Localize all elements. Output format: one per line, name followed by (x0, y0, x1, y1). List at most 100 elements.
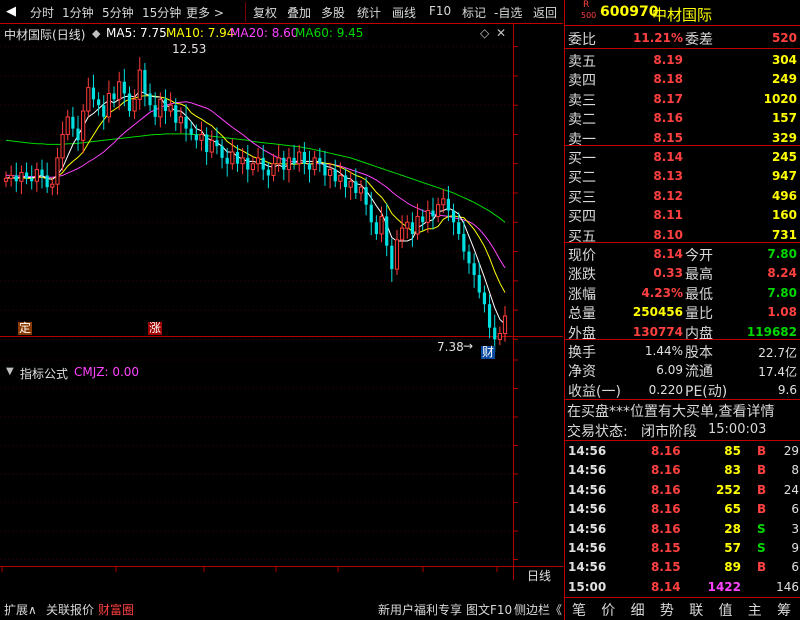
right-tab[interactable]: 筹 (777, 600, 791, 620)
right-tab[interactable]: 值 (719, 600, 733, 620)
stat-value: 8.24 (767, 266, 797, 281)
expand-chart-icon[interactable]: ◇ (480, 26, 489, 40)
candle-body (255, 157, 261, 165)
candle-body (410, 222, 415, 234)
bid-row[interactable]: 买二 8.13 947 (565, 166, 800, 186)
ask-price: 8.17 (653, 91, 683, 106)
candle-body (472, 263, 476, 275)
ask-row[interactable]: 卖五 8.19 304 (565, 50, 800, 70)
wealth-circle-button[interactable]: 财富圈 (98, 602, 134, 619)
candle-body (354, 181, 358, 193)
stat-label: 最高 (685, 267, 713, 284)
right-tab[interactable]: 价 (601, 600, 615, 620)
fundamental-value: 9.6 (777, 382, 797, 397)
candle-body (425, 210, 430, 223)
marker-cai[interactable]: 财 (481, 346, 496, 359)
remove-watchlist-button[interactable]: -自选 (494, 4, 522, 21)
tab-15min[interactable]: 15分钟 (142, 4, 181, 21)
kline-chart[interactable] (0, 24, 563, 580)
tab-5min[interactable]: 5分钟 (102, 4, 134, 21)
big-order-notice[interactable]: 在买盘***位置有大买单,查看详情 (565, 401, 800, 420)
fundamental-value: 6.09 (656, 363, 683, 378)
candle-body (205, 134, 209, 153)
weicha-label: 委差 (685, 32, 713, 48)
statistics-button[interactable]: 统计 (357, 4, 381, 21)
right-tab[interactable]: 笔 (572, 600, 586, 620)
candle-body (364, 187, 368, 205)
right-tab[interactable]: 主 (748, 600, 762, 620)
quote-header: R 500 600970 中材国际 (565, 0, 800, 24)
legend-toggle-icon[interactable]: ◆ (92, 27, 100, 40)
tab-1min[interactable]: 1分钟 (62, 4, 94, 21)
new-user-promo-link[interactable]: 新用户福利专享 (378, 602, 462, 619)
stock-code: 600970 (600, 4, 659, 20)
period-label[interactable]: 日线 (527, 567, 551, 584)
right-tab[interactable]: 联 (689, 600, 703, 620)
candle-body (199, 133, 204, 141)
mark-button[interactable]: 标记 (462, 4, 486, 21)
stat-value: 0.33 (653, 266, 683, 281)
divider (565, 48, 800, 49)
ask-price: 8.15 (653, 130, 683, 145)
bid-row[interactable]: 买三 8.12 496 (565, 186, 800, 206)
sidebar-toggle-button[interactable]: 侧边栏《 (514, 602, 562, 619)
right-tab[interactable]: 细 (631, 600, 645, 620)
trade-count: 6 (791, 560, 799, 575)
candle-body (76, 128, 80, 141)
candle-body (250, 163, 256, 171)
stat-label: 最低 (685, 286, 713, 303)
candle-body (497, 333, 502, 340)
multi-stock-button[interactable]: 多股 (321, 4, 345, 21)
return-button[interactable]: 返回 (533, 4, 557, 21)
bid-row[interactable]: 买五 8.10 731 (565, 225, 800, 245)
candle-body (132, 98, 137, 112)
trade-time: 14:56 (568, 560, 607, 575)
ask-row[interactable]: 卖四 8.18 249 (565, 69, 800, 89)
draw-line-button[interactable]: 画线 (392, 4, 416, 21)
trade-row: 14:56 8.15 57 S 9 (565, 539, 800, 557)
ask-label: 卖二 (568, 112, 596, 129)
candle-body (327, 169, 333, 176)
overlay-button[interactable]: 叠加 (287, 4, 311, 21)
fundamental-value: 0.220 (648, 382, 683, 397)
divider (565, 597, 800, 598)
expand-button[interactable]: 扩展∧ (4, 602, 37, 619)
divider (565, 339, 800, 340)
ask-row[interactable]: 卖三 8.17 1020 (565, 89, 800, 109)
bid-row[interactable]: 买一 8.14 245 (565, 147, 800, 167)
ask-row[interactable]: 卖二 8.16 157 (565, 108, 800, 129)
notice-text[interactable]: 在买盘***位置有大买单,查看详情 (567, 401, 774, 421)
candle-body (230, 151, 235, 165)
back-arrow-icon[interactable]: ◀ (6, 4, 16, 19)
bid-row[interactable]: 买四 8.11 160 (565, 205, 800, 225)
candle-body (246, 157, 250, 170)
candle-body (348, 180, 353, 188)
stat-value: 130774 (632, 324, 683, 339)
trade-volume: 57 (724, 541, 741, 555)
trade-volume: 1422 (707, 579, 741, 594)
candle-body (163, 99, 168, 112)
marker-ding[interactable]: 定 (18, 322, 33, 335)
close-chart-icon[interactable]: ✕ (496, 26, 506, 40)
f10-button[interactable]: F10 (429, 4, 451, 18)
graphic-f10-button[interactable]: 图文F10 (466, 602, 512, 619)
stat-label: 总量 (568, 306, 596, 323)
tab-more[interactable]: 更多 > (186, 4, 224, 21)
low-arrow-icon: → (463, 339, 474, 353)
candle-body (122, 81, 126, 94)
divider (565, 242, 800, 243)
candle-body (451, 210, 456, 223)
ask-row[interactable]: 卖一 8.15 329 (565, 128, 800, 148)
subchart-toggle-icon[interactable]: ▼ (6, 366, 14, 377)
right-tab[interactable]: 势 (660, 600, 674, 620)
tab-intraday[interactable]: 分时 (30, 4, 54, 21)
candle-body (158, 98, 163, 118)
marker-zhang[interactable]: 涨 (148, 322, 163, 335)
candle-body (379, 215, 384, 235)
fuquan-button[interactable]: 复权 (253, 4, 277, 21)
candle-body (189, 128, 193, 135)
fundamental-row: 换手 1.44% 股本 22.7亿 (565, 341, 800, 361)
candle-body (117, 81, 122, 100)
related-quotes-button[interactable]: 关联报价 (46, 602, 94, 619)
high-marker: 12.53 (172, 42, 207, 56)
